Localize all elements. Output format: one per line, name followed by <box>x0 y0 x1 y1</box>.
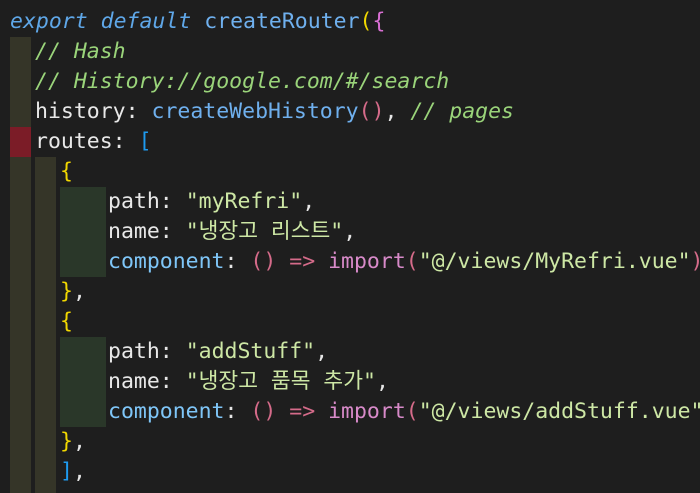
property-key: path <box>108 339 160 364</box>
string-value: "myRefri" <box>185 189 303 214</box>
import-keyword: import <box>328 399 406 424</box>
string-value: "@/views/addStuff.vue" <box>418 399 700 424</box>
code-line-6[interactable]: { <box>60 157 73 187</box>
code-line-5[interactable]: routes: [ <box>35 127 152 157</box>
code-line-12[interactable]: path: "addStuff", <box>108 337 328 367</box>
indent-guide-level2 <box>35 157 56 493</box>
code-line-4[interactable]: history: createWebHistory(), // pages <box>35 97 514 127</box>
brace-close: } <box>60 279 73 304</box>
string-value: "냉장고 품목 추가" <box>185 369 376 394</box>
code-line-14[interactable]: component: () => import("@/views/addStuf… <box>108 397 700 427</box>
indent-guide-level1 <box>10 37 31 493</box>
code-line-7[interactable]: path: "myRefri", <box>108 187 315 217</box>
string-value: "@/views/MyRefri.vue" <box>418 249 691 274</box>
property-key: component <box>108 399 225 424</box>
code-line-3[interactable]: // History://google.com/#/search <box>35 67 449 97</box>
keyword-export: export <box>10 9 88 34</box>
indent-guide-level3-block2 <box>60 337 106 427</box>
code-line-9[interactable]: component: () => import("@/views/MyRefri… <box>108 247 700 277</box>
brace-open: { <box>372 9 386 34</box>
code-line-2[interactable]: // Hash <box>35 37 126 67</box>
code-line-1[interactable]: export default createRouter({ <box>10 7 385 37</box>
parens: () <box>358 99 385 124</box>
property-key: path <box>108 189 160 214</box>
keyword-default: default <box>100 9 192 34</box>
code-line-15[interactable]: }, <box>60 427 86 457</box>
bracket-open: [ <box>138 129 152 154</box>
code-line-16[interactable]: ], <box>60 457 86 487</box>
property-key: component <box>108 249 225 274</box>
code-line-10[interactable]: }, <box>60 277 86 307</box>
property-key: history <box>35 99 126 124</box>
code-line-11[interactable]: { <box>60 307 73 337</box>
arrow-operator: => <box>289 399 316 424</box>
code-editor[interactable]: export default createRouter({ // Hash //… <box>0 0 700 493</box>
function-call: createWebHistory <box>151 99 359 124</box>
string-value: "냉장고 리스트" <box>185 219 344 244</box>
paren-open: ( <box>359 9 373 34</box>
property-key: name <box>108 369 160 394</box>
arrow-operator: => <box>289 249 316 274</box>
comment: // History://google.com/#/search <box>35 69 450 94</box>
comment: // pages <box>410 99 514 124</box>
parens: () <box>250 249 277 274</box>
code-line-8[interactable]: name: "냉장고 리스트", <box>108 217 356 247</box>
string-value: "addStuff" <box>185 339 316 364</box>
import-keyword: import <box>328 249 406 274</box>
comment: // Hash <box>35 39 126 64</box>
property-key: name <box>108 219 160 244</box>
brace-open: { <box>60 159 73 184</box>
function-name: createRouter <box>204 9 360 34</box>
code-line-13[interactable]: name: "냉장고 품목 추가", <box>108 367 389 397</box>
brace-close: } <box>60 429 73 454</box>
parens: () <box>250 399 277 424</box>
property-key: routes <box>35 129 113 154</box>
bracket-close: ] <box>60 459 73 484</box>
brace-open: { <box>60 309 73 334</box>
error-line-highlight <box>10 127 31 157</box>
indent-guide-level3-block1 <box>60 187 106 277</box>
